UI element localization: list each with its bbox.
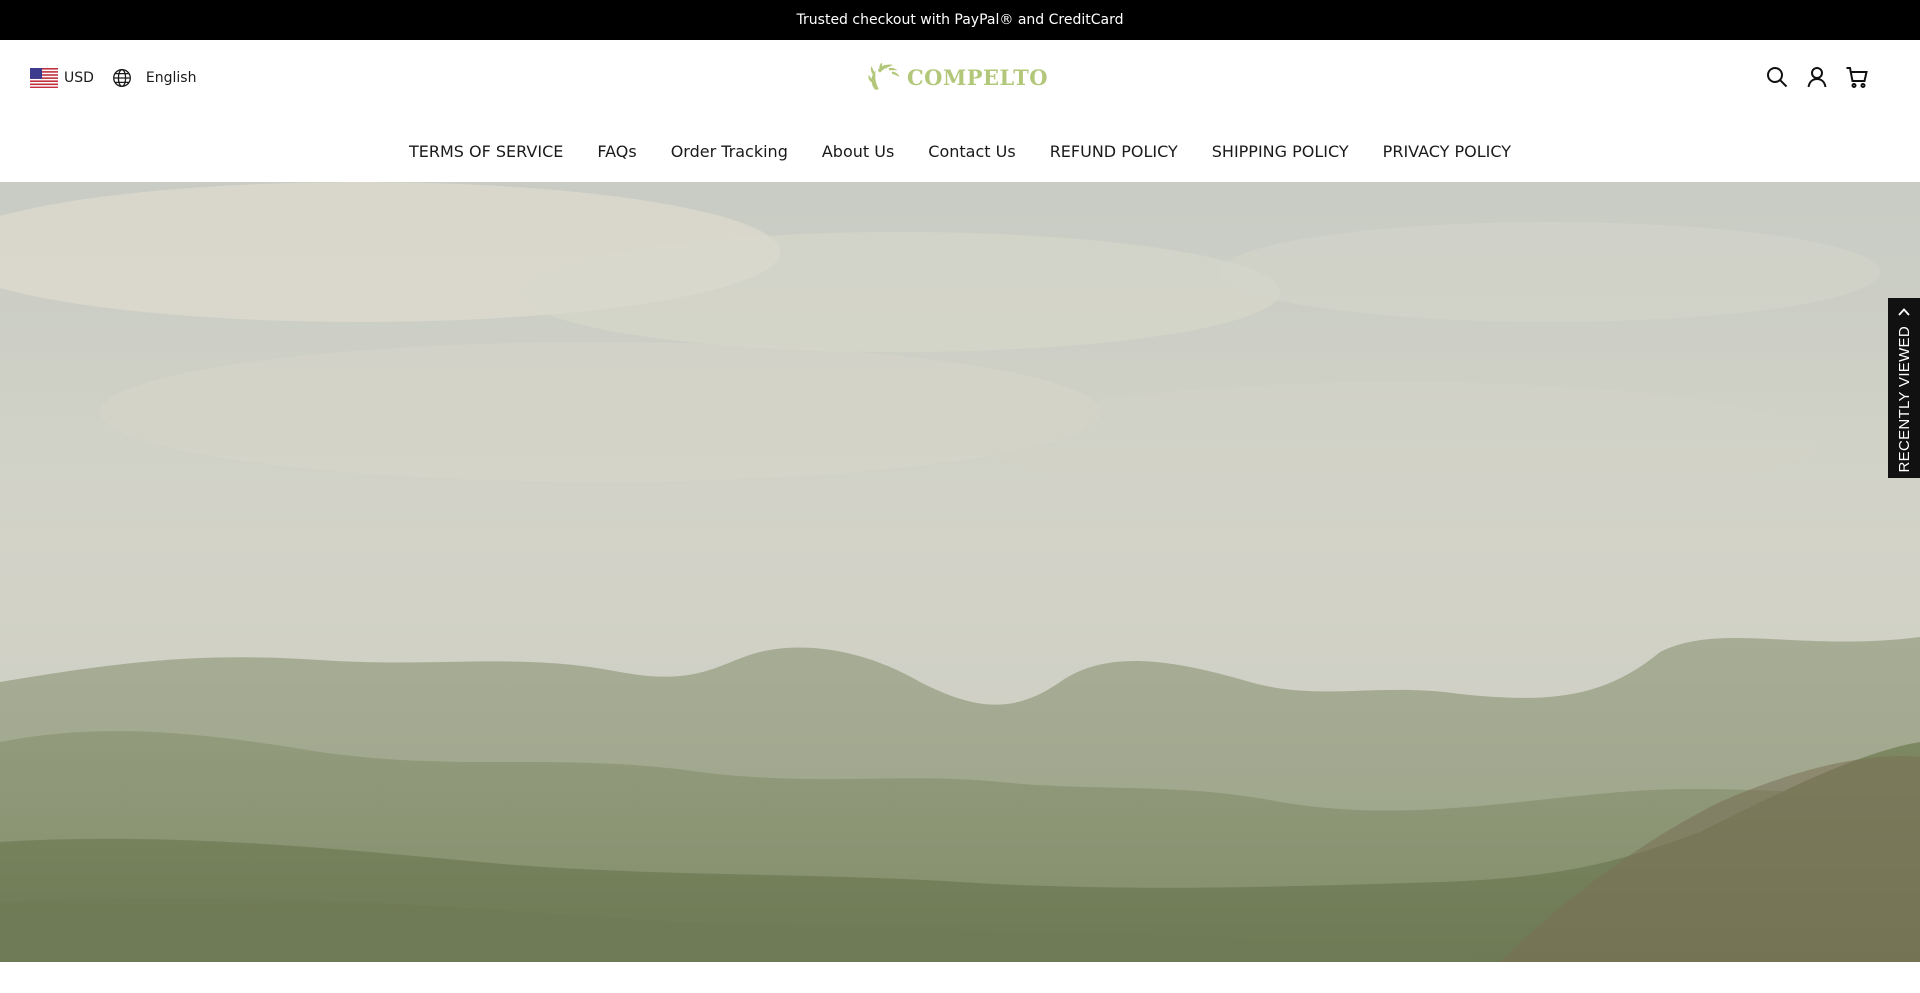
account-button[interactable] [1802,62,1832,92]
search-button[interactable] [1762,62,1792,92]
nav-about-us[interactable]: About Us [822,142,894,161]
announcement-bar: Trusted checkout with PayPal® and Credit… [0,0,1920,40]
nav-shipping-policy[interactable]: SHIPPING POLICY [1212,142,1349,161]
locale-switcher: USD English [30,64,196,92]
nav-privacy-policy[interactable]: PRIVACY POLICY [1383,142,1511,161]
search-icon [1767,67,1788,88]
header-actions [1762,62,1872,92]
language-selector[interactable]: English [146,70,197,86]
site-logo[interactable]: COMPELTO [868,50,1048,104]
hero-banner[interactable] [0,182,1920,962]
currency-selector[interactable]: USD [64,70,94,86]
nav-faqs[interactable]: FAQs [597,142,636,161]
us-flag-icon[interactable] [30,68,58,88]
logo-text: COMPELTO [906,64,1048,90]
cart-button[interactable] [1842,62,1872,92]
nav-refund-policy[interactable]: REFUND POLICY [1050,142,1178,161]
user-icon [1807,67,1827,88]
cart-icon [1846,67,1868,88]
main-navigation: TERMS OF SERVICE FAQs Order Tracking Abo… [0,132,1920,170]
recently-viewed-tab[interactable]: RECENTLY VIEWED [1888,298,1920,478]
site-header: USD English COMPELTO TERMS OF SERVICE FA… [0,40,1920,182]
recently-viewed-label: RECENTLY VIEWED [1895,326,1913,473]
chevron-up-icon [1898,308,1910,316]
nav-order-tracking[interactable]: Order Tracking [671,142,788,161]
leaf-logo-icon [868,62,900,91]
nav-contact-us[interactable]: Contact Us [928,142,1015,161]
nav-terms-of-service[interactable]: TERMS OF SERVICE [409,142,563,161]
globe-icon[interactable] [112,68,132,88]
hero-landscape-image [0,182,1920,962]
announcement-text: Trusted checkout with PayPal® and Credit… [796,12,1124,28]
